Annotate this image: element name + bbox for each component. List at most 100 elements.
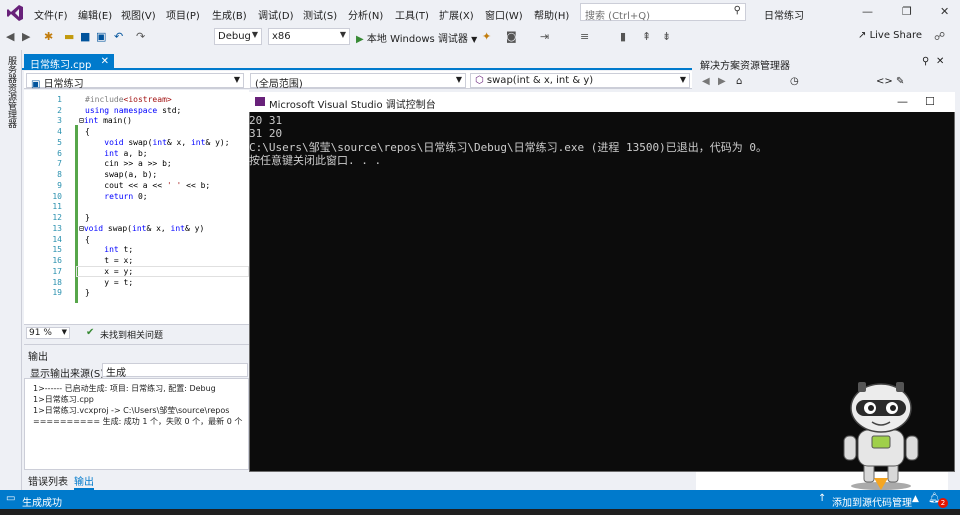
- code-line: y = t;: [85, 278, 134, 287]
- line-number: 11: [52, 202, 62, 211]
- redo-icon[interactable]: ↷: [136, 30, 145, 43]
- back-icon[interactable]: ◀: [702, 76, 710, 87]
- function-dropdown[interactable]: ⬡ swap(int & x, int & y) ▼: [470, 73, 690, 88]
- history-icon[interactable]: ◷: [790, 76, 799, 87]
- line-number: 9: [57, 181, 62, 190]
- chevron-down-icon: ▼: [339, 30, 346, 39]
- code-line: swap(a, b);: [85, 170, 158, 179]
- menu-file[interactable]: 文件(F): [34, 7, 68, 22]
- live-share-button[interactable]: ↗ Live Share: [858, 30, 922, 41]
- menu-view[interactable]: 视图(V): [121, 7, 156, 22]
- function-label: swap(int & x, int & y): [486, 75, 594, 86]
- line-number: 16: [52, 256, 62, 265]
- menu-extensions[interactable]: 扩展(X): [439, 7, 474, 22]
- project-dropdown[interactable]: ▣ 日常练习 ▼: [26, 73, 244, 90]
- solution-title: 日常练习: [764, 11, 804, 22]
- screenshot-icon[interactable]: ◙: [506, 30, 517, 43]
- line-number: 5: [57, 138, 62, 147]
- scope-dropdown[interactable]: (全局范围) ▼: [250, 73, 466, 90]
- line-number: 4: [57, 127, 62, 136]
- prev-bookmark-icon[interactable]: ⇞: [642, 30, 651, 43]
- pin-icon[interactable]: ⚲: [922, 56, 929, 67]
- visual-studio-logo-icon: [7, 5, 23, 21]
- menu-window[interactable]: 窗口(W): [485, 7, 523, 22]
- code-view-icon[interactable]: <>: [876, 76, 893, 87]
- play-icon: ▶: [356, 34, 364, 45]
- run-label: 本地 Windows 调试器: [366, 34, 468, 45]
- close-icon[interactable]: ✕: [936, 56, 944, 67]
- platform-select[interactable]: x86 ▼: [268, 28, 350, 45]
- chevron-down-icon: ▼: [233, 75, 240, 84]
- open-folder-icon[interactable]: ▬: [64, 30, 74, 43]
- menu-tools[interactable]: 工具(T): [395, 7, 429, 22]
- tab-output[interactable]: 输出: [74, 473, 94, 490]
- chevron-down-icon: ▼: [455, 75, 462, 84]
- taskbar-strip: [0, 509, 960, 515]
- start-debugging-button[interactable]: ▶ 本地 Windows 调试器 ▼: [356, 30, 477, 45]
- minimize-icon[interactable]: —: [862, 5, 873, 18]
- code-line: ⊟void swap(int& x, int& y): [79, 224, 205, 233]
- forward-icon[interactable]: ▶: [22, 30, 30, 43]
- line-number: 8: [57, 170, 62, 179]
- navigation-bar: ▣ 日常练习 ▼ (全局范围) ▼ ⬡ swap(int & x, int & y)…: [24, 71, 692, 90]
- bookmark-icon[interactable]: ▮: [620, 30, 626, 43]
- menu-analyze[interactable]: 分析(N): [348, 7, 383, 22]
- menu-edit[interactable]: 编辑(E): [78, 7, 112, 22]
- close-icon[interactable]: ✕: [940, 5, 949, 18]
- minimize-icon[interactable]: —: [897, 95, 908, 108]
- next-bookmark-icon[interactable]: ⇟: [662, 30, 671, 43]
- hot-reload-icon[interactable]: ✦: [482, 30, 491, 43]
- code-line: ⊟int main(): [79, 116, 132, 125]
- code-line: x = y;: [85, 267, 134, 276]
- new-project-icon[interactable]: ✱: [44, 30, 53, 43]
- forward-icon[interactable]: ▶: [718, 76, 726, 87]
- check-icon: ✔: [86, 327, 95, 338]
- line-number: 3: [57, 116, 62, 125]
- menu-bar: 文件(F) 编辑(E) 视图(V) 项目(P) 生成(B) 调试(D) 测试(S…: [0, 0, 960, 26]
- step-icon[interactable]: ⇥: [540, 30, 549, 43]
- share-icon: ↗: [858, 30, 867, 41]
- line-number: 14: [52, 235, 62, 244]
- output-line: 1>日常练习.vcxproj -> C:\Users\邹莹\source\rep…: [33, 406, 230, 415]
- output-text[interactable]: 1>------ 已启动生成: 项目: 日常练习, 配置: Debug 1>日常…: [24, 378, 249, 470]
- function-icon: ⬡: [475, 75, 484, 86]
- home-icon[interactable]: ⌂: [736, 76, 742, 87]
- line-number: 7: [57, 159, 62, 168]
- source-control-button[interactable]: 添加到源代码管理: [832, 494, 912, 509]
- line-number: 13: [52, 224, 62, 233]
- console-title: Microsoft Visual Studio 调试控制台: [269, 100, 436, 111]
- arrow-up-icon: ↑: [818, 493, 827, 504]
- comment-icon[interactable]: ≡: [580, 30, 589, 43]
- menu-test[interactable]: 测试(S): [303, 7, 337, 22]
- menu-project[interactable]: 项目(P): [166, 7, 200, 22]
- line-number: 2: [57, 106, 62, 115]
- feedback-icon[interactable]: ☍: [934, 30, 945, 43]
- output-panel-header: 输出: [24, 344, 249, 363]
- tab-error-list[interactable]: 错误列表: [28, 473, 68, 488]
- save-all-icon[interactable]: ▣: [96, 30, 106, 43]
- menu-debug[interactable]: 调试(D): [258, 7, 294, 22]
- restore-icon[interactable]: ❐: [902, 5, 912, 18]
- menu-help[interactable]: 帮助(H): [534, 7, 569, 22]
- maximize-icon[interactable]: ☐: [925, 95, 935, 108]
- line-number: 15: [52, 245, 62, 254]
- chevron-up-icon: ▲: [912, 494, 919, 504]
- close-icon[interactable]: ✕: [101, 56, 109, 67]
- output-line: 1>日常练习.cpp: [33, 395, 94, 404]
- wrench-icon[interactable]: ✎: [896, 76, 904, 87]
- output-source-select[interactable]: 生成: [102, 363, 248, 379]
- zoom-select[interactable]: 91 % ▼: [26, 327, 70, 339]
- code-line: #include<iostream>: [85, 95, 172, 104]
- line-number: 12: [52, 213, 62, 222]
- server-explorer-strip[interactable]: 服务器资源管理器: [0, 50, 22, 490]
- undo-icon[interactable]: ↶: [114, 30, 123, 43]
- configuration-select[interactable]: Debug ▼: [214, 28, 262, 45]
- chevron-down-icon: ▼: [679, 75, 686, 84]
- code-line: using namespace std;: [85, 106, 182, 115]
- back-icon[interactable]: ◀: [6, 30, 14, 43]
- search-box[interactable]: 搜索 (Ctrl+Q) ⚲: [580, 3, 746, 22]
- tab-cpp-file[interactable]: 日常练习.cpp ✕: [24, 54, 114, 71]
- menu-build[interactable]: 生成(B): [212, 7, 247, 22]
- chevron-down-icon: ▼: [61, 328, 67, 336]
- save-icon[interactable]: ■: [80, 30, 90, 43]
